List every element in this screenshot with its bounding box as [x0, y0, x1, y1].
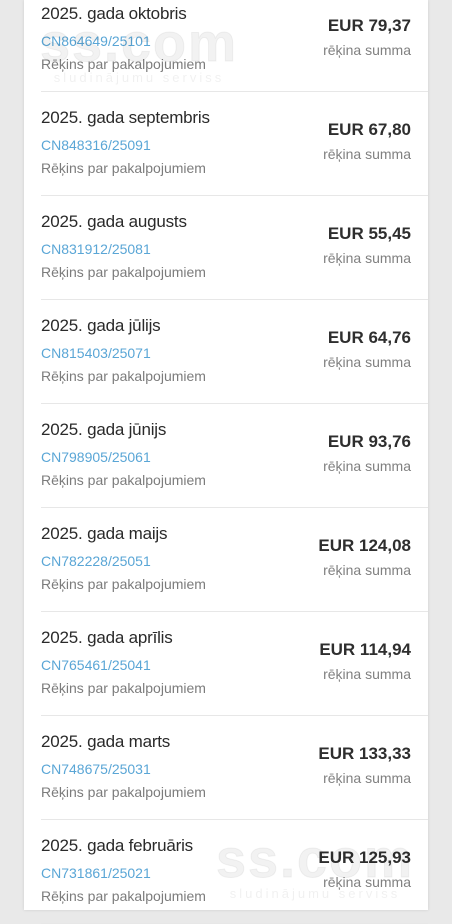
invoice-row[interactable]: 2025. gada septembris CN848316/25091 Rēķ…: [41, 92, 428, 196]
invoice-number-link[interactable]: CN782228/25051: [41, 553, 151, 569]
invoice-amount-label: rēķina summa: [323, 874, 411, 890]
invoice-amount: EUR 67,80: [327, 120, 411, 139]
invoice-period: 2025. gada septembris: [41, 108, 210, 127]
invoice-period: 2025. gada jūlijs: [41, 316, 161, 335]
invoice-description: Rēķins par pakalpojumiem: [41, 576, 206, 592]
invoice-period: 2025. gada aprīlis: [41, 628, 173, 647]
invoice-description: Rēķins par pakalpojumiem: [41, 472, 206, 488]
invoice-period: 2025. gada maijs: [41, 524, 168, 543]
invoice-number-link[interactable]: CN748675/25031: [41, 761, 151, 777]
invoice-description: Rēķins par pakalpojumiem: [41, 784, 206, 800]
invoice-amount: EUR 133,33: [318, 744, 411, 763]
invoice-description: Rēķins par pakalpojumiem: [41, 56, 206, 72]
invoice-number-link[interactable]: CN848316/25091: [41, 137, 151, 153]
invoice-number-link[interactable]: CN731861/25021: [41, 865, 151, 881]
invoice-amount-label: rēķina summa: [323, 666, 411, 682]
invoice-amount: EUR 64,76: [327, 328, 411, 347]
invoice-row[interactable]: 2025. gada jūnijs CN798905/25061 Rēķins …: [41, 404, 428, 508]
invoice-period: 2025. gada oktobris: [41, 4, 187, 23]
invoice-amount-label: rēķina summa: [323, 562, 411, 578]
invoice-list-card: 2025. gada oktobris CN864649/25101 Rēķin…: [24, 0, 428, 924]
invoice-list: 2025. gada oktobris CN864649/25101 Rēķin…: [24, 0, 428, 924]
invoice-row[interactable]: 2025. gada jūlijs CN815403/25071 Rēķins …: [41, 300, 428, 404]
invoice-amount-label: rēķina summa: [323, 458, 411, 474]
invoice-amount: EUR 79,37: [327, 16, 411, 35]
invoice-amount: EUR 55,45: [327, 224, 411, 243]
invoice-number-link[interactable]: CN798905/25061: [41, 449, 151, 465]
invoice-amount: EUR 114,94: [319, 640, 411, 659]
invoice-amount-label: rēķina summa: [323, 770, 411, 786]
invoice-period: 2025. gada jūnijs: [41, 420, 167, 439]
invoice-row[interactable]: 2025. gada februāris CN731861/25021 Rēķi…: [41, 820, 428, 924]
invoice-description: Rēķins par pakalpojumiem: [41, 888, 206, 904]
invoice-description: Rēķins par pakalpojumiem: [41, 368, 206, 384]
invoice-amount: EUR 93,76: [327, 432, 411, 451]
invoice-number-link[interactable]: CN831912/25081: [41, 241, 151, 257]
invoice-row[interactable]: 2025. gada oktobris CN864649/25101 Rēķin…: [41, 0, 428, 92]
invoice-amount-label: rēķina summa: [323, 250, 411, 266]
invoice-amount-label: rēķina summa: [323, 354, 411, 370]
invoice-period: 2025. gada februāris: [41, 836, 193, 855]
invoice-description: Rēķins par pakalpojumiem: [41, 264, 206, 280]
invoice-row[interactable]: 2025. gada augusts CN831912/25081 Rēķins…: [41, 196, 428, 300]
invoice-amount-label: rēķina summa: [323, 146, 411, 162]
invoice-row[interactable]: 2025. gada aprīlis CN765461/25041 Rēķins…: [41, 612, 428, 716]
invoice-number-link[interactable]: CN815403/25071: [41, 345, 151, 361]
invoice-amount: EUR 124,08: [318, 536, 411, 555]
invoice-amount-label: rēķina summa: [323, 42, 411, 58]
invoice-amount: EUR 125,93: [318, 848, 411, 867]
invoice-description: Rēķins par pakalpojumiem: [41, 160, 206, 176]
invoice-period: 2025. gada marts: [41, 732, 171, 751]
invoice-number-link[interactable]: CN765461/25041: [41, 657, 151, 673]
invoice-row[interactable]: 2025. gada maijs CN782228/25051 Rēķins p…: [41, 508, 428, 612]
invoice-description: Rēķins par pakalpojumiem: [41, 680, 206, 696]
invoice-row[interactable]: 2025. gada marts CN748675/25031 Rēķins p…: [41, 716, 428, 820]
invoice-period: 2025. gada augusts: [41, 212, 187, 231]
invoice-number-link[interactable]: CN864649/25101: [41, 33, 151, 49]
